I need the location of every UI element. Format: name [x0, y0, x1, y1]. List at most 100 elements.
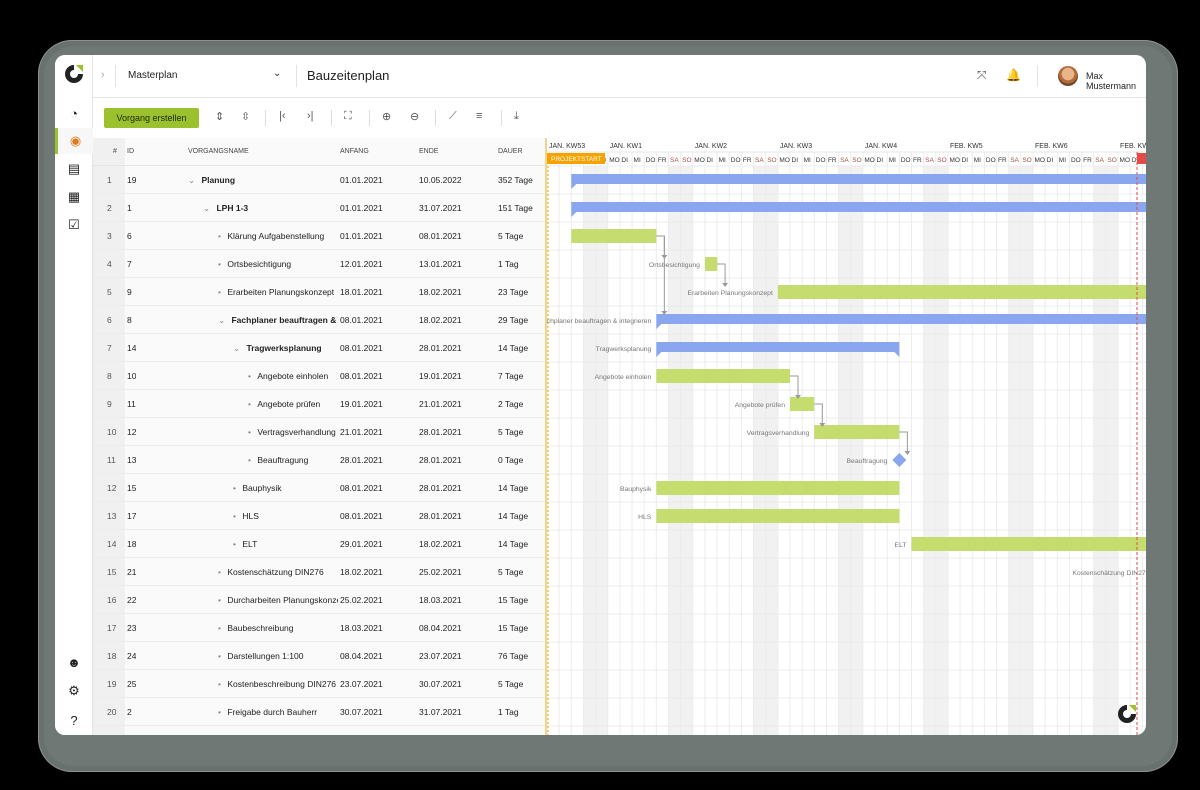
- go-start-icon[interactable]: |‹: [279, 110, 286, 122]
- col-start[interactable]: ANFANG: [340, 148, 369, 155]
- task-end: 31.07.2021: [419, 707, 462, 717]
- row-number: 1: [107, 175, 112, 185]
- table-row[interactable]: 17 23 • Baubeschreibung 18.03.2021 08.04.202…: [93, 614, 545, 642]
- bar-label: Tragwerksplanung: [596, 346, 652, 353]
- map-icon[interactable]: ▦: [55, 184, 93, 210]
- task-name: • Ortsbesichtigung: [218, 259, 292, 269]
- row-number: 5: [107, 287, 112, 297]
- task-duration: 15 Tage: [498, 595, 529, 605]
- day-label: SO: [937, 157, 946, 164]
- table-row[interactable]: 4 7 • Ortsbesichtigung 12.01.2021 13.01.2021…: [93, 250, 545, 278]
- task-start: 19.01.2021: [340, 399, 383, 409]
- divider: [435, 110, 436, 126]
- chevron-down-icon[interactable]: ⌄: [273, 68, 281, 79]
- download-icon[interactable]: ⤓: [514, 110, 519, 123]
- col-name[interactable]: VORGANGSNAME: [188, 148, 249, 155]
- table-row[interactable]: 19 25 • Kostenbeschreibung DIN276 23.07.202…: [93, 670, 545, 698]
- table-row[interactable]: 2 1 ⌄ LPH 1-3 01.01.2021 31.07.2021 151 Tage: [93, 194, 545, 222]
- table-row[interactable]: 12 15 • Bauphysik 08.01.2021 28.01.2021 14 Ta…: [93, 474, 545, 502]
- schedule-icon[interactable]: ◉: [55, 128, 93, 154]
- task-duration: 1 Tag: [498, 707, 519, 717]
- col-end[interactable]: ENDE: [419, 148, 438, 155]
- day-label: MI: [719, 157, 726, 164]
- task-id: 2: [127, 707, 132, 717]
- today-marker: [1137, 153, 1146, 164]
- project-select[interactable]: Masterplan: [128, 70, 177, 81]
- calendar-check-icon[interactable]: ☑: [55, 212, 93, 238]
- gear-icon[interactable]: ⚙: [55, 678, 93, 704]
- bullet-icon: •: [218, 231, 224, 241]
- table-row[interactable]: 5 9 • Erarbeiten Planungskonzept 18.01.2021…: [93, 278, 545, 306]
- table-row[interactable]: 6 8 ⌄ Fachplaner beauftragen & integrieren…: [93, 306, 545, 334]
- table-row[interactable]: 14 18 • ELT 29.01.2021 18.02.2021 14 Tage: [93, 530, 545, 558]
- table-row[interactable]: 9 11 • Angebote prüfen 19.01.2021 21.01.2021…: [93, 390, 545, 418]
- table-row[interactable]: 1 19 ⌄ Planung 01.01.2021 10.05.2022 352 Tage: [93, 166, 545, 194]
- avatar[interactable]: [1058, 66, 1078, 86]
- task-id: 23: [127, 623, 137, 633]
- task-name: • Beauftragung: [248, 455, 309, 465]
- task-start: 01.01.2021: [340, 203, 383, 213]
- team-icon[interactable]: ☻: [55, 649, 93, 675]
- day-label: DI: [962, 157, 969, 164]
- expand-all-icon[interactable]: ⇕: [215, 110, 224, 123]
- collapse-icon[interactable]: ⤧: [977, 68, 987, 83]
- table-row[interactable]: 8 10 • Angebote einholen 08.01.2021 19.01.20…: [93, 362, 545, 390]
- dependency-arrowhead: [722, 283, 729, 287]
- table-row[interactable]: 13 17 • HLS 08.01.2021 28.01.2021 14 Tage: [93, 502, 545, 530]
- row-number: 12: [107, 483, 117, 493]
- user-name[interactable]: Max Mustermann: [1086, 71, 1146, 91]
- table-row[interactable]: 7 14 ⌄ Tragwerksplanung 08.01.2021 28.01.202…: [93, 334, 545, 362]
- task-start: 08.01.2021: [340, 371, 383, 381]
- task-duration: 29 Tage: [498, 315, 529, 325]
- collapse-chevron-icon[interactable]: ⌄: [218, 315, 227, 325]
- bullet-icon: •: [218, 567, 224, 577]
- bullet-icon: •: [248, 427, 254, 437]
- go-end-icon[interactable]: ›|: [307, 110, 314, 122]
- critical-path-icon[interactable]: ⟋: [449, 110, 457, 123]
- task-id: 11: [127, 399, 136, 409]
- table-row[interactable]: 3 6 • Klärung Aufgabenstellung 01.01.2021 08…: [93, 222, 545, 250]
- zoom-in-icon[interactable]: ⊕: [382, 110, 391, 123]
- task-end: 28.01.2021: [419, 427, 462, 437]
- col-duration[interactable]: DAUER: [498, 148, 523, 155]
- bullet-icon: •: [233, 483, 239, 493]
- collapse-chevron-icon[interactable]: ⌄: [188, 175, 197, 185]
- task-name: • Angebote prüfen: [248, 399, 321, 409]
- collapse-chevron-icon[interactable]: ⌄: [203, 203, 212, 213]
- task-id: 8: [127, 315, 132, 325]
- weekend-shade: [765, 166, 778, 735]
- bell-icon[interactable]: 🔔: [1006, 68, 1021, 82]
- table-row[interactable]: 11 13 • Beauftragung 28.01.2021 28.01.2021 0 …: [93, 446, 545, 474]
- row-number: 2: [107, 203, 112, 213]
- zoom-out-icon[interactable]: ⊖: [410, 110, 419, 123]
- expand-chevron-icon[interactable]: ›: [101, 69, 105, 81]
- task-end: 08.01.2021: [419, 231, 462, 241]
- task-id: 18: [127, 539, 137, 549]
- create-task-button[interactable]: Vorgang erstellen: [104, 108, 199, 128]
- col-id[interactable]: ID: [127, 148, 134, 155]
- collapse-chevron-icon[interactable]: ⌄: [233, 343, 242, 353]
- filter-icon[interactable]: ≡: [476, 110, 482, 122]
- clipboard-icon[interactable]: ▤: [55, 156, 93, 182]
- table-row[interactable]: 15 21 • Kostenschätzung DIN276 18.02.2021 25…: [93, 558, 545, 586]
- table-row[interactable]: 18 24 • Darstellungen 1:100 08.04.2021 23.07…: [93, 642, 545, 670]
- fit-screen-icon[interactable]: ⛶: [344, 110, 352, 123]
- dependency-arrowhead: [904, 451, 911, 455]
- week-label: JAN. KW1: [610, 143, 642, 150]
- table-row[interactable]: 20 2 • Freigabe durch Bauherr 30.07.2021 31.…: [93, 698, 545, 726]
- task-id: 12: [127, 427, 137, 437]
- dashboard-icon[interactable]: ◔: [55, 100, 93, 126]
- app-logo[interactable]: [63, 63, 85, 85]
- day-label: DI: [877, 157, 884, 164]
- row-number: 17: [107, 623, 117, 633]
- task-end: 08.04.2021: [419, 623, 462, 633]
- task-bar: [656, 509, 900, 523]
- gantt-canvas[interactable]: JAN. KW53 JAN. KW1 JAN. KW2 JAN. KW3 JAN. KW…: [547, 138, 1146, 735]
- table-row[interactable]: 10 12 • Vertragsverhandlung 21.01.2021 28.01…: [93, 418, 545, 446]
- help-icon[interactable]: ?: [55, 707, 93, 733]
- col-num[interactable]: #: [113, 148, 117, 155]
- day-label: SA: [670, 157, 679, 164]
- table-row[interactable]: 16 22 • Durcharbeiten Planungskonzept 25.02…: [93, 586, 545, 614]
- collapse-all-icon[interactable]: ⇳: [241, 110, 250, 123]
- dependency-arrow: [814, 403, 823, 426]
